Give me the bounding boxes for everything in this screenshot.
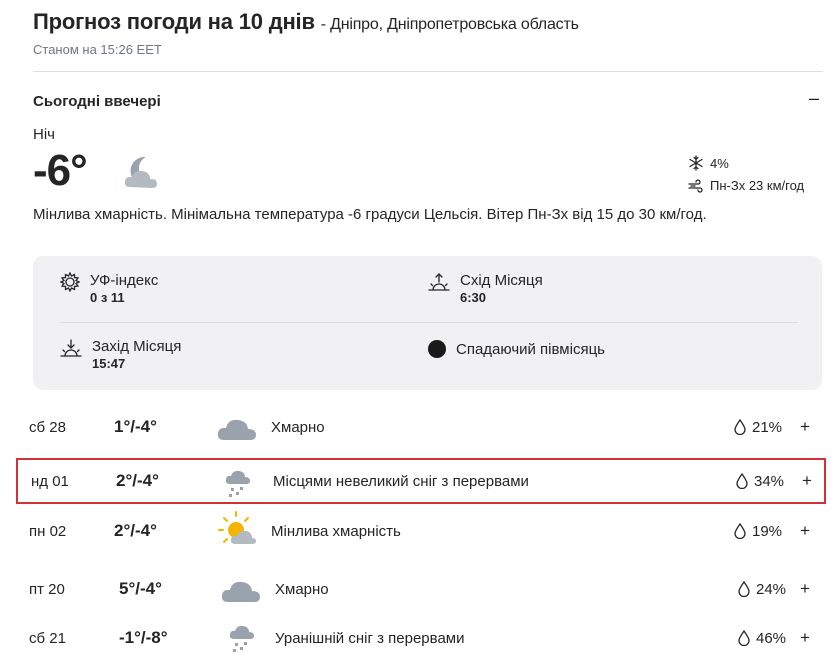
day-name: сб 28 bbox=[29, 418, 66, 436]
day-precip: 24% bbox=[738, 581, 786, 598]
day-name: пт 20 bbox=[29, 580, 65, 598]
precip-value: 34% bbox=[754, 472, 785, 490]
moonrise-icon bbox=[428, 272, 450, 292]
day-temp: 2°/-4° bbox=[116, 471, 159, 490]
partly-cloudy-icon bbox=[216, 510, 258, 548]
uv-index-item: УФ-індекс 0 з 11 bbox=[60, 272, 158, 306]
page-title: Прогноз погоди на 10 днів - Дніпро, Дніп… bbox=[33, 9, 579, 35]
current-temperature: -6° bbox=[33, 146, 88, 195]
moonset-icon bbox=[60, 338, 82, 358]
sun-outline-icon bbox=[60, 272, 80, 292]
snow-icon bbox=[218, 462, 260, 500]
precip-value: 46% bbox=[756, 629, 787, 647]
as-of-timestamp: Станом на 15:26 EET bbox=[33, 42, 162, 57]
moon-phase-icon bbox=[428, 340, 446, 358]
moon-phase-item: Спадаючий півмісяць bbox=[428, 340, 605, 358]
snow-icon bbox=[222, 617, 264, 655]
moon-phase-label: Спадаючий півмісяць bbox=[456, 340, 605, 358]
moonset-label: Захід Місяця bbox=[92, 338, 182, 355]
cloudy-icon bbox=[216, 408, 258, 446]
day-precip: 19% bbox=[734, 523, 782, 540]
weather-description: Мінлива хмарність. Мінімальна температур… bbox=[33, 206, 707, 223]
raindrop-icon bbox=[738, 581, 750, 597]
moon-cloud-icon bbox=[120, 153, 164, 193]
precip-value: 19% bbox=[752, 522, 783, 540]
day-description: Хмарно bbox=[271, 418, 325, 436]
day-description: Хмарно bbox=[275, 580, 329, 598]
page-title-text: Прогноз погоди на 10 днів bbox=[33, 9, 315, 34]
day-description: Місцями невеликий сніг з перервами bbox=[273, 472, 529, 490]
day-row[interactable]: сб 21 -1°/-8° Уранішній сніг з перервами… bbox=[16, 615, 826, 661]
precipitation-info: 4% bbox=[688, 155, 729, 171]
day-description: Уранішній сніг з перервами bbox=[275, 629, 465, 647]
day-row[interactable]: нд 01 2°/-4° Місцями невеликий сніг з пе… bbox=[16, 458, 826, 504]
collapse-button[interactable]: – bbox=[805, 88, 823, 108]
day-temp: 2°/-4° bbox=[114, 521, 157, 540]
wind-info: Пн-Зх 23 км/год bbox=[688, 178, 804, 193]
section-title: Сьогодні ввечері bbox=[33, 93, 161, 110]
cloudy-icon bbox=[220, 570, 262, 608]
day-temp: -1°/-8° bbox=[119, 628, 168, 647]
raindrop-icon bbox=[738, 630, 750, 646]
wind-icon bbox=[688, 178, 704, 193]
day-row[interactable]: сб 28 1°/-4° Хмарно 21% + bbox=[16, 404, 826, 450]
raindrop-icon bbox=[736, 473, 748, 489]
precip-value: 4% bbox=[710, 155, 729, 171]
day-precip: 46% bbox=[738, 630, 786, 647]
day-precip: 34% bbox=[736, 473, 784, 490]
day-temp: 5°/-4° bbox=[119, 579, 162, 598]
uv-label: УФ-індекс bbox=[90, 272, 159, 289]
wind-value: Пн-Зх 23 км/год bbox=[710, 178, 805, 193]
expand-button[interactable]: + bbox=[802, 471, 812, 491]
uv-value: 0 з 11 bbox=[90, 290, 125, 305]
expand-button[interactable]: + bbox=[800, 521, 810, 541]
header-divider bbox=[33, 71, 823, 72]
moonrise-label: Схід Місяця bbox=[460, 272, 543, 289]
raindrop-icon bbox=[734, 419, 746, 435]
day-name: нд 01 bbox=[31, 472, 69, 490]
day-description: Мінлива хмарність bbox=[271, 522, 401, 540]
precip-value: 21% bbox=[752, 418, 783, 436]
moonset-value: 15:47 bbox=[92, 356, 126, 371]
day-row[interactable]: пн 02 2°/-4° Мінлива хмарність 19% + bbox=[16, 508, 826, 554]
expand-button[interactable]: + bbox=[800, 417, 810, 437]
period-label: Ніч bbox=[33, 126, 55, 143]
precip-value: 24% bbox=[756, 580, 787, 598]
moonset-item: Захід Місяця 15:47 bbox=[60, 338, 181, 372]
expand-button[interactable]: + bbox=[800, 628, 810, 648]
snowflake-icon bbox=[688, 155, 704, 171]
day-temp: 1°/-4° bbox=[114, 417, 157, 436]
expand-button[interactable]: + bbox=[800, 579, 810, 599]
location-label: - Дніпро, Дніпропетровська область bbox=[320, 16, 579, 33]
day-name: пн 02 bbox=[29, 522, 67, 540]
raindrop-icon bbox=[734, 523, 746, 539]
moonrise-value: 6:30 bbox=[460, 290, 487, 305]
moonrise-item: Схід Місяця 6:30 bbox=[428, 272, 543, 306]
day-name: сб 21 bbox=[29, 629, 66, 647]
day-precip: 21% bbox=[734, 419, 782, 436]
day-row[interactable]: пт 20 5°/-4° Хмарно 24% + bbox=[16, 566, 826, 612]
card-divider bbox=[60, 322, 798, 323]
